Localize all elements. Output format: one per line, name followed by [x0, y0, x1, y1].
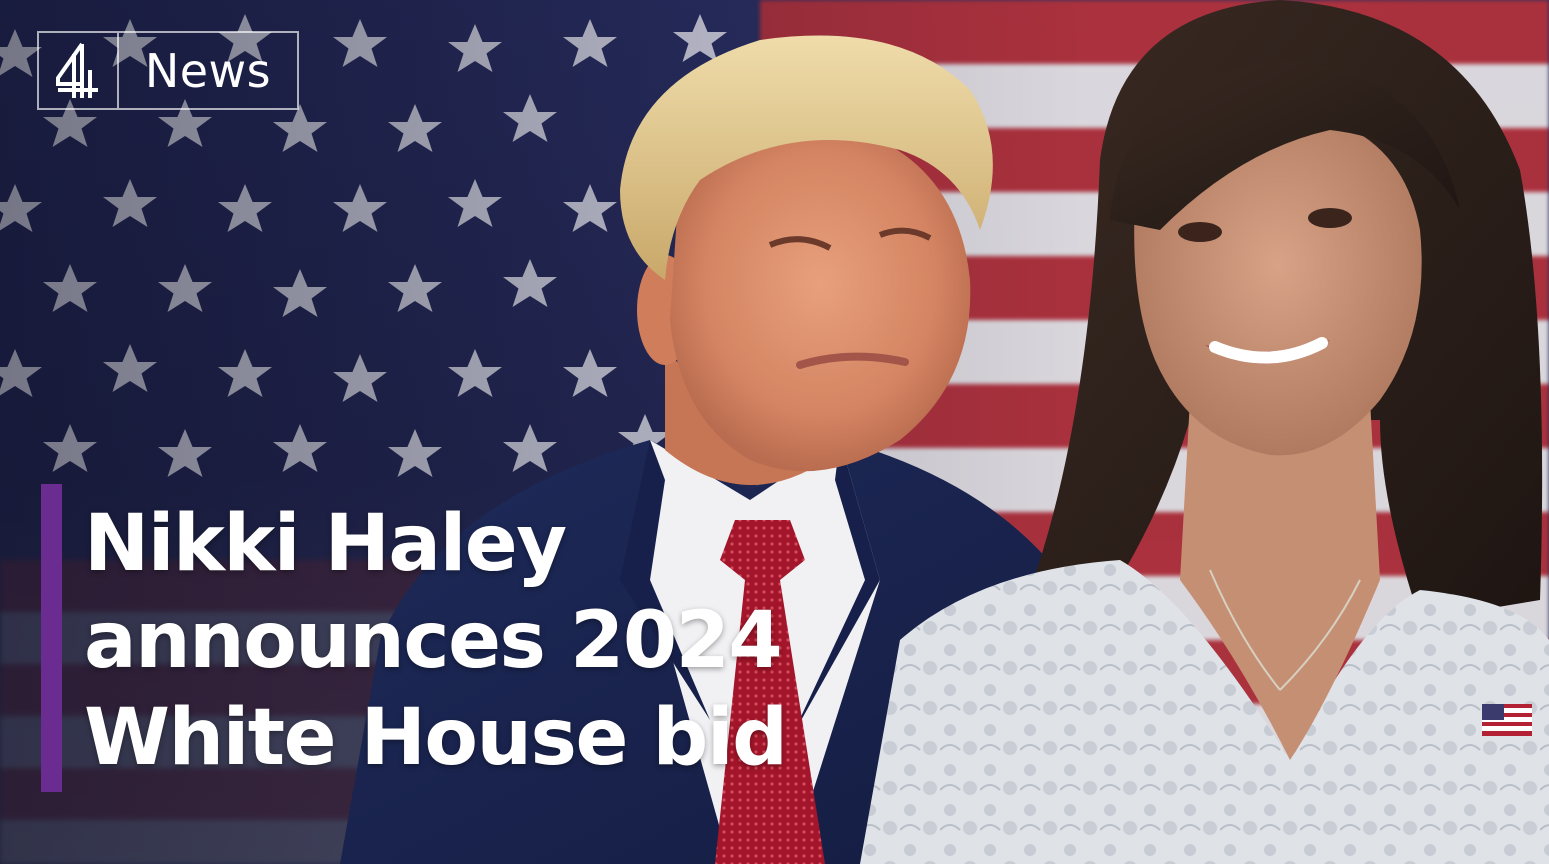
headline: Nikki Haley announces 2024 White House b…: [84, 496, 884, 787]
headline-line-2: announces 2024: [84, 596, 783, 686]
flag-pin: [1482, 704, 1532, 736]
channel4-news-logo: News: [37, 31, 299, 110]
channel4-logo-icon: [39, 33, 119, 108]
headline-line-1: Nikki Haley: [84, 499, 567, 589]
thumbnail: News Nikki Haley announces 2024 White Ho…: [0, 0, 1549, 864]
headline-line-3: White House bid: [84, 693, 788, 783]
logo-news-label: News: [144, 43, 272, 98]
person-haley: [860, 0, 1549, 864]
headline-accent-bar: [41, 484, 62, 792]
